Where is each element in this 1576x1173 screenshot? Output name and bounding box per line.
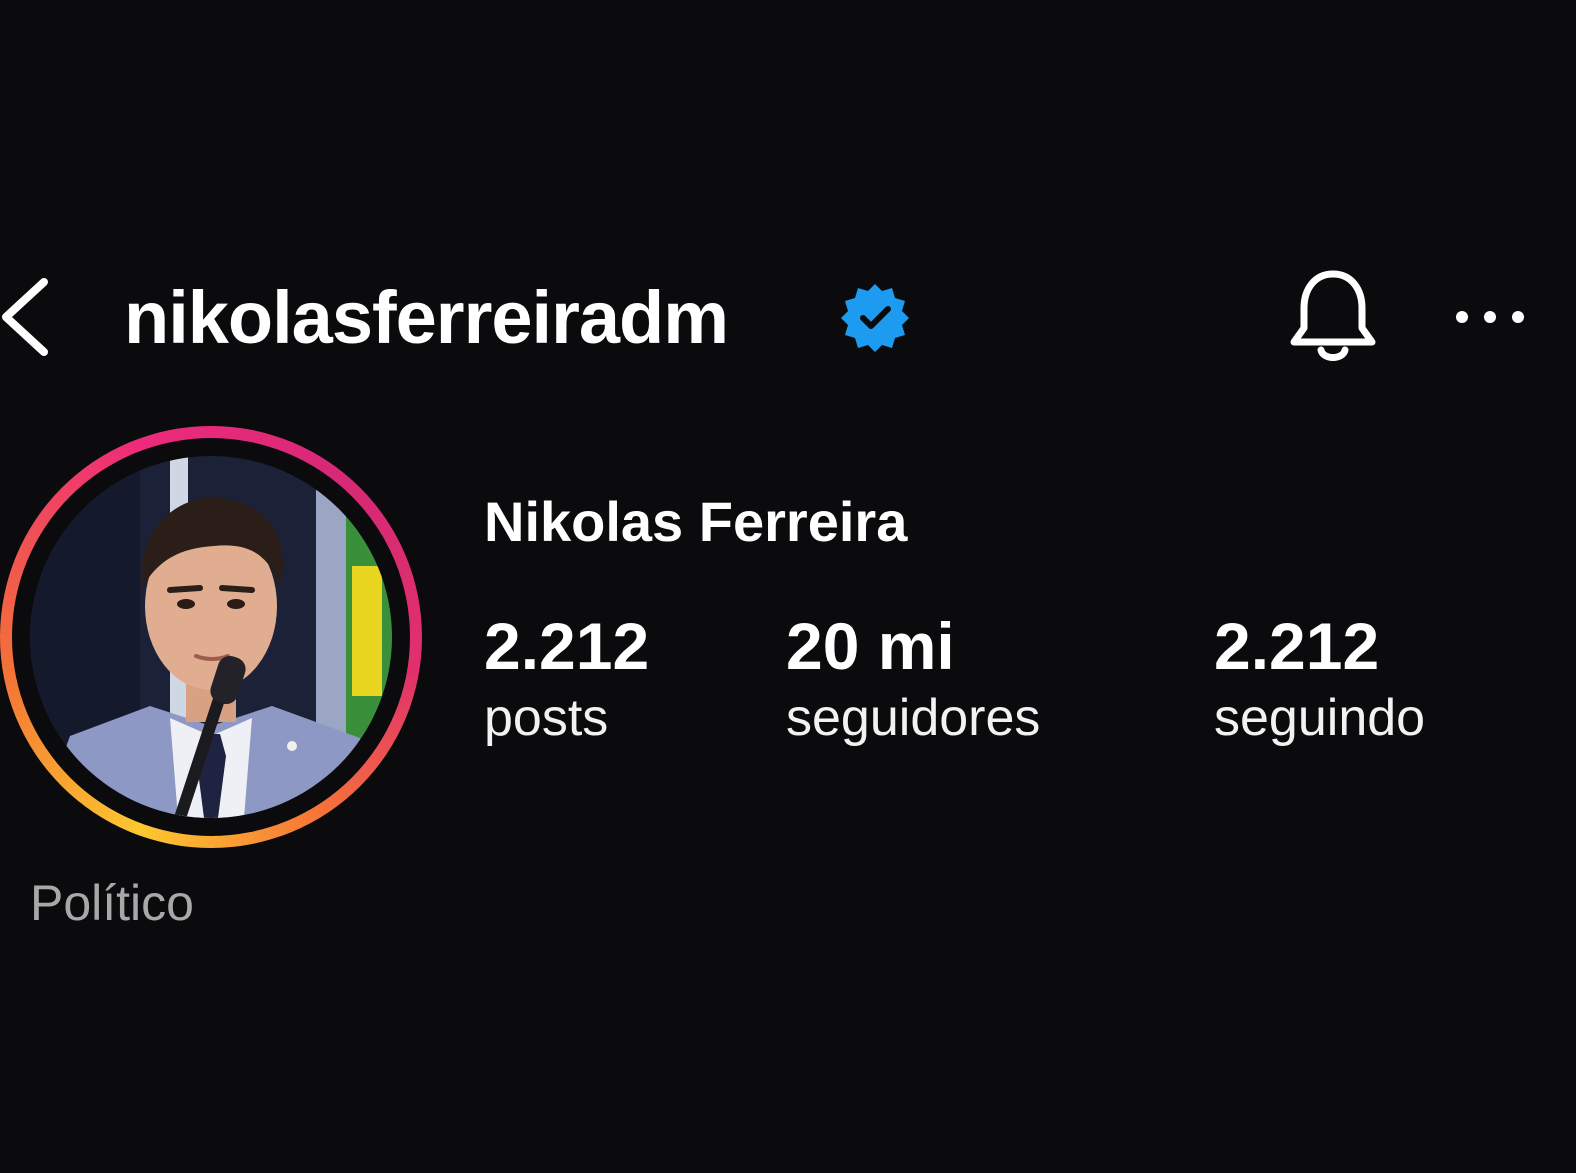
stat-posts-label: posts — [484, 689, 609, 747]
stat-followers-label: seguidores — [786, 689, 1041, 747]
stat-posts-value: 2.212 — [484, 609, 650, 683]
avatar — [30, 456, 392, 818]
avatar-story-ring[interactable] — [0, 426, 422, 848]
back-button[interactable] — [0, 272, 60, 362]
stat-following[interactable]: 2.212 seguindo — [1214, 608, 1425, 752]
stat-following-label: seguindo — [1214, 689, 1426, 747]
profile-photo — [30, 456, 392, 818]
bell-icon — [1290, 270, 1376, 361]
profile-screen: nikolasferreiradm Nikolas Ferreira 2.212… — [0, 0, 1576, 1173]
profile-display-name: Nikolas Ferreira — [484, 490, 908, 553]
stat-posts[interactable]: 2.212 posts — [484, 608, 649, 752]
stat-followers-value: 20 mi — [786, 609, 955, 683]
chevron-left-icon — [2, 278, 48, 356]
verified-badge-icon — [840, 282, 910, 352]
profile-username[interactable]: nikolasferreiradm — [124, 270, 729, 366]
more-horizontal-icon — [1456, 311, 1524, 323]
stat-followers[interactable]: 20 mi seguidores — [786, 608, 1040, 752]
more-options-button[interactable] — [1450, 300, 1530, 334]
profile-category: Político — [30, 875, 194, 931]
notifications-button[interactable] — [1286, 266, 1380, 366]
stat-following-value: 2.212 — [1214, 609, 1380, 683]
